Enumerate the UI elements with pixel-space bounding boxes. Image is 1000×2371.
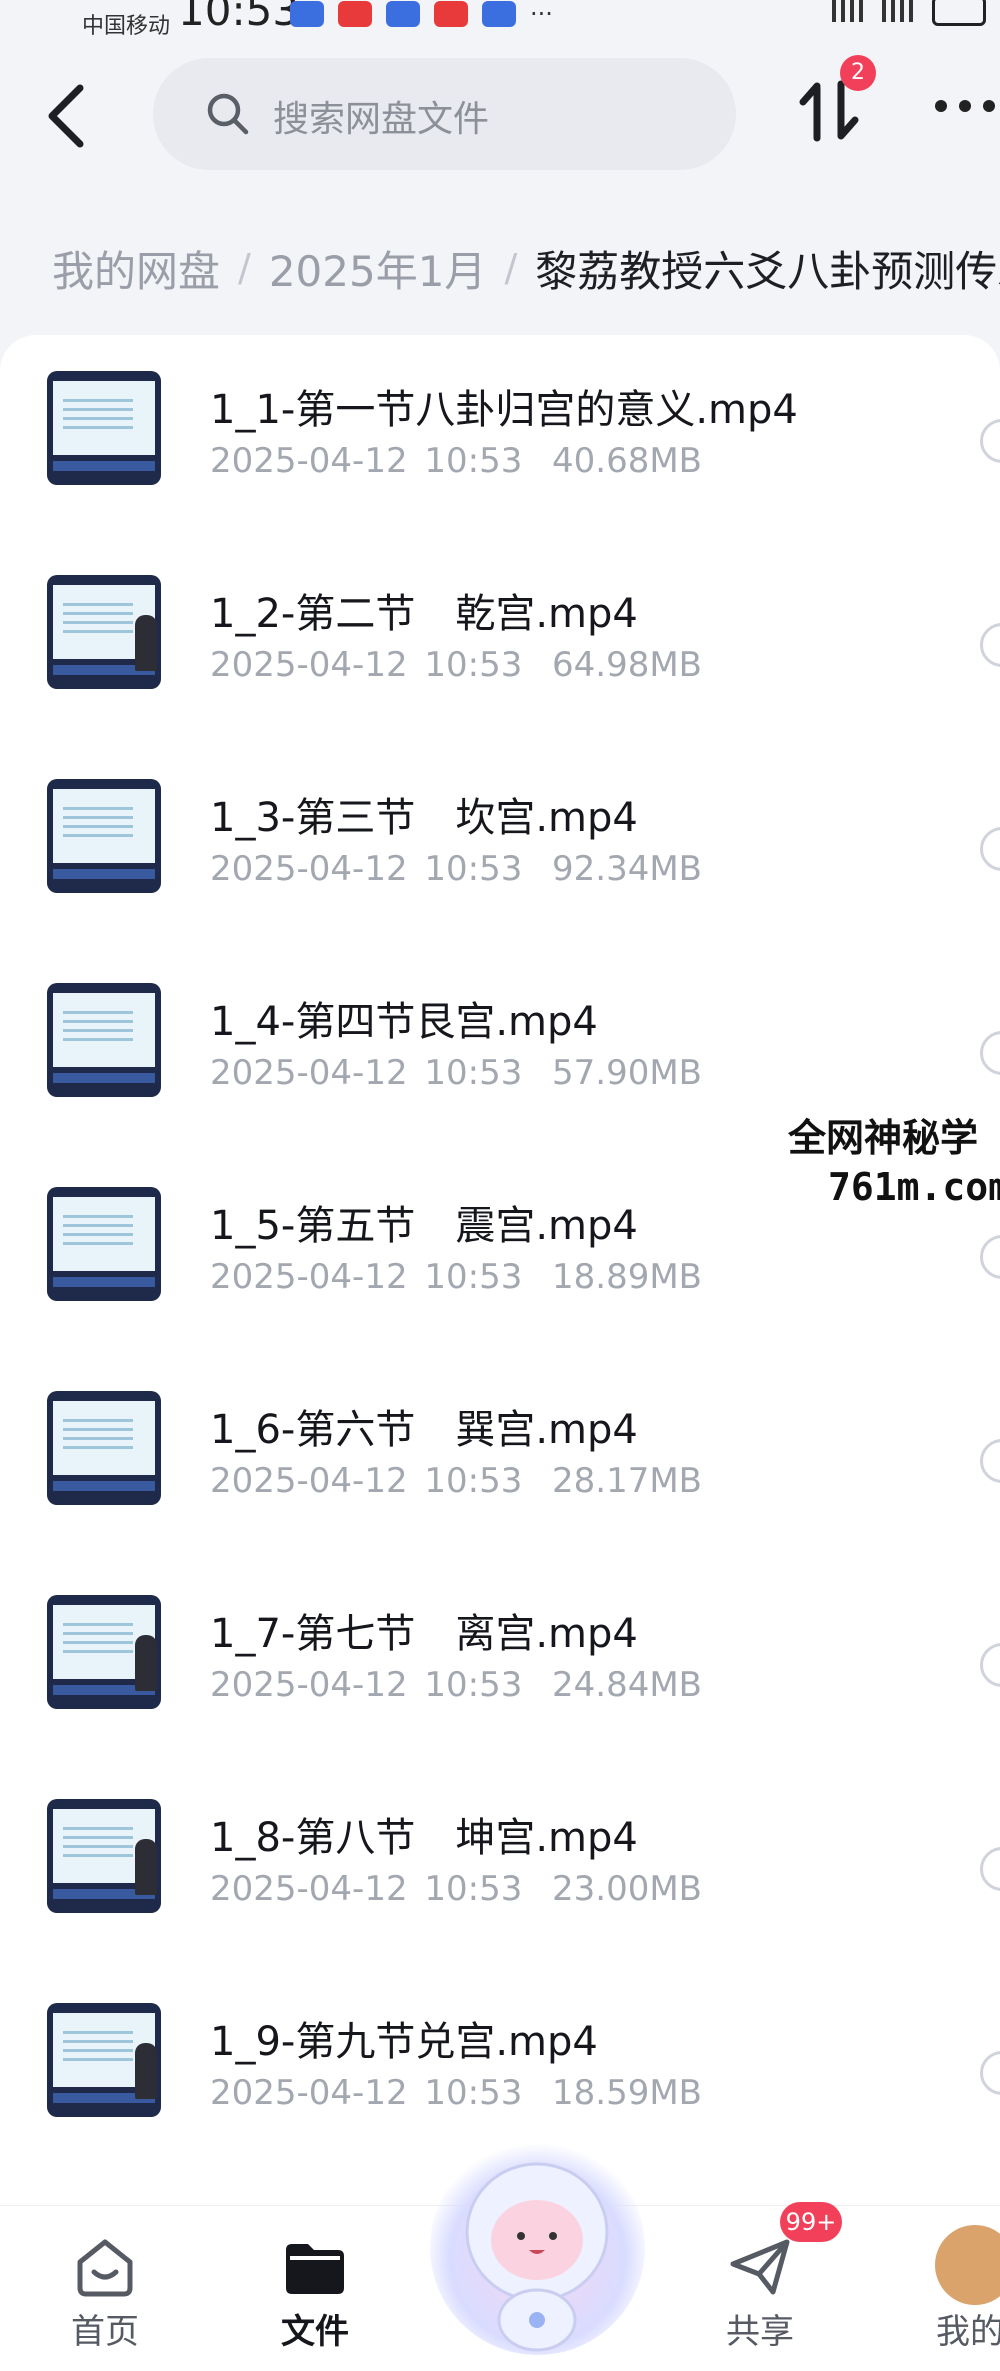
nav-share-label: 共享 [726,2312,794,2352]
breadcrumb-separator: / [504,246,518,290]
chevron-left-icon [48,84,84,148]
breadcrumb-root[interactable]: 我的网盘 [52,238,220,299]
video-thumbnail [47,1595,161,1709]
nav-files[interactable]: 文件 [245,2206,385,2371]
file-date: 2025-04-12 10:53 [210,645,523,685]
app-notification-icon [386,1,420,27]
file-name: 1_3-第三节 坎宫.mp4 [210,795,638,841]
file-name: 1_7-第七节 离宫.mp4 [210,1611,638,1657]
select-checkbox[interactable] [980,827,1000,871]
file-name: 1_2-第二节 乾宫.mp4 [210,591,638,637]
file-size: 92.34MB [552,849,702,889]
file-date: 2025-04-12 10:53 [210,1461,523,1501]
more-dot-icon [935,100,947,112]
status-icons [832,0,986,26]
video-thumbnail [47,1799,161,1913]
ai-assistant-mascot-icon[interactable] [455,2140,620,2360]
breadcrumb-folder[interactable]: 2025年1月 [269,238,487,299]
status-bar: 中国移动 10:53 ··· [0,0,1000,40]
paper-plane-icon [730,2239,790,2295]
signal-icon [882,0,916,22]
select-checkbox[interactable] [980,1847,1000,1891]
file-row[interactable]: 1_8-第八节 坤宫.mp4 2025-04-12 10:53 23.00MB [0,1763,1000,1967]
file-row[interactable]: 1_2-第二节 乾宫.mp4 2025-04-12 10:53 64.98MB [0,539,1000,743]
more-notifications-icon: ··· [530,0,553,28]
file-size: 23.00MB [552,1869,702,1909]
clock: 10:53 [178,0,300,35]
video-thumbnail [47,983,161,1097]
select-checkbox[interactable] [980,1439,1000,1483]
file-size: 24.84MB [552,1665,702,1705]
file-row[interactable]: 1_1-第一节八卦归宫的意义.mp4 2025-04-12 10:53 40.6… [0,335,1000,539]
file-size: 40.68MB [552,441,702,481]
file-name: 1_5-第五节 震宫.mp4 [210,1203,638,1249]
video-thumbnail [47,2003,161,2117]
video-thumbnail [47,575,161,689]
back-button[interactable] [40,80,96,152]
select-checkbox[interactable] [980,1235,1000,1279]
file-size: 64.98MB [552,645,702,685]
nav-home[interactable]: 首页 [35,2206,175,2371]
breadcrumb-current: 黎荔教授六爻八卦预测传承 [535,246,1000,296]
file-name: 1_1-第一节八卦归宫的意义.mp4 [210,387,798,433]
file-list: 1_1-第一节八卦归宫的意义.mp4 2025-04-12 10:53 40.6… [0,335,1000,2205]
battery-icon [932,0,986,26]
nav-home-label: 首页 [71,2312,139,2352]
video-thumbnail [47,779,161,893]
notification-icons: ··· [290,0,553,28]
file-date: 2025-04-12 10:53 [210,1257,523,1297]
more-dot-icon [959,100,971,112]
breadcrumb-separator: / [238,246,251,290]
video-thumbnail [47,1391,161,1505]
share-count-badge: 99+ [780,2202,842,2242]
breadcrumb: 我的网盘 / 2025年1月 / 黎荔教授六爻八卦预测传承 [52,238,1000,298]
select-checkbox[interactable] [980,419,1000,463]
signal-icon [832,0,866,22]
file-date: 2025-04-12 10:53 [210,1869,523,1909]
app-notification-icon [434,1,468,27]
file-size: 18.89MB [552,1257,702,1297]
file-date: 2025-04-12 10:53 [210,441,523,481]
file-size: 28.17MB [552,1461,702,1501]
file-date: 2025-04-12 10:53 [210,2073,523,2113]
app-notification-icon [482,1,516,27]
folder-icon [286,2244,344,2294]
watermark-url: 761m.com [828,1165,1000,1209]
more-options-button[interactable] [935,100,1000,124]
app-notification-icon [290,1,324,27]
search-placeholder: 搜索网盘文件 [273,99,490,140]
video-thumbnail [47,371,161,485]
select-checkbox[interactable] [980,2051,1000,2095]
file-row[interactable]: 1_6-第六节 巽宫.mp4 2025-04-12 10:53 28.17MB [0,1355,1000,1559]
select-checkbox[interactable] [980,1031,1000,1075]
nav-files-label: 文件 [281,2312,349,2352]
watermark-text: 全网神秘学 [788,1116,979,1160]
more-dot-icon [983,100,995,112]
file-row[interactable]: 1_7-第七节 离宫.mp4 2025-04-12 10:53 24.84MB [0,1559,1000,1763]
video-thumbnail [47,1187,161,1301]
search-icon [207,93,249,135]
file-date: 2025-04-12 10:53 [210,1665,523,1705]
home-icon [77,2239,133,2297]
nav-me-label: 我的 [936,2312,1000,2352]
file-size: 18.59MB [552,2073,702,2113]
file-date: 2025-04-12 10:53 [210,849,523,889]
select-checkbox[interactable] [980,623,1000,667]
carrier-name: 中国移动 [82,14,171,39]
file-name: 1_9-第九节兑宫.mp4 [210,2019,598,2065]
file-size: 57.90MB [552,1053,702,1093]
app-notification-icon [338,1,372,27]
file-row[interactable]: 1_3-第三节 坎宫.mp4 2025-04-12 10:53 92.34MB [0,743,1000,947]
file-name: 1_8-第八节 坤宫.mp4 [210,1815,638,1861]
file-name: 1_4-第四节艮宫.mp4 [210,999,598,1045]
search-input[interactable]: 搜索网盘文件 [153,58,736,170]
file-date: 2025-04-12 10:53 [210,1053,523,1093]
transfer-count-badge: 2 [840,55,876,91]
file-name: 1_6-第六节 巽宫.mp4 [210,1407,638,1453]
select-checkbox[interactable] [980,1643,1000,1687]
